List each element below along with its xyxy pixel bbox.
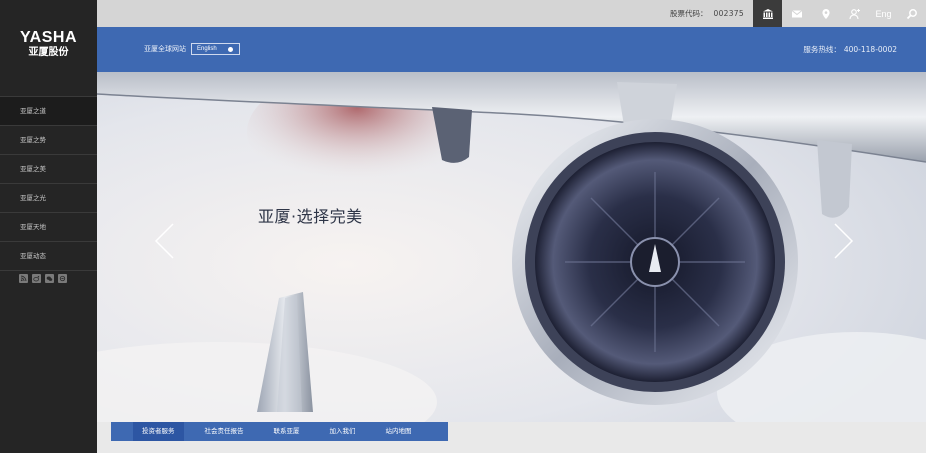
rss-icon[interactable]: [19, 274, 28, 283]
tab-csr-report[interactable]: 社会责任报告: [196, 422, 253, 441]
weibo-icon[interactable]: [32, 274, 41, 283]
stock-label: 股票代码：: [670, 9, 708, 18]
logo-text-en: YASHA: [19, 29, 78, 46]
airplane-engine-image: [97, 72, 926, 422]
sidebar-item-momentum[interactable]: 亚厦之势: [0, 126, 97, 155]
logo[interactable]: YASHA 亚厦股份: [0, 30, 97, 59]
sidebar-item-label: 亚厦之道: [20, 107, 46, 115]
wechat-icon[interactable]: [45, 274, 54, 283]
stock-code: 002375: [713, 9, 744, 18]
tab-label: 站内地图: [385, 427, 412, 435]
language-select[interactable]: English: [191, 43, 240, 55]
sidebar-item-label: 亚厦之光: [20, 194, 46, 202]
sidebar-item-label: 亚厦天地: [20, 223, 46, 231]
tab-contact[interactable]: 联系亚厦: [265, 422, 309, 441]
tab-label: 联系亚厦: [273, 427, 300, 435]
add-user-icon[interactable]: [840, 0, 869, 27]
location-pin-icon[interactable]: [811, 0, 840, 27]
sidebar-item-beauty[interactable]: 亚厦之美: [0, 155, 97, 184]
sidebar: YASHA 亚厦股份 亚厦之道 亚厦之势 亚厦之美 亚厦之光 亚厦天地 亚厦动态: [0, 0, 97, 453]
chevron-left-icon[interactable]: [153, 222, 175, 260]
social-links: [19, 274, 67, 283]
header-bar: 亚厦全球网站 English 服务热线： 400-118-0002: [97, 27, 926, 72]
stock-info: 股票代码： 002375: [670, 0, 744, 27]
hero-banner: 亚厦·选择完美: [97, 72, 926, 422]
tab-investor-service[interactable]: 投资者服务: [133, 422, 184, 441]
tab-label: 加入我们: [329, 427, 356, 435]
global-sites-label: 亚厦全球网站: [144, 45, 186, 53]
sidebar-nav: 亚厦之道 亚厦之势 亚厦之美 亚厦之光 亚厦天地 亚厦动态: [0, 96, 97, 271]
service-hotline: 服务热线： 400-118-0002: [803, 44, 897, 55]
bottom-tabs: 投资者服务 社会责任报告 联系亚厦 加入我们 站内地图: [111, 422, 448, 441]
hotline-number: 400-118-0002: [843, 45, 897, 54]
sidebar-item-news[interactable]: 亚厦动态: [0, 242, 97, 271]
sidebar-item-label: 亚厦之势: [20, 136, 46, 144]
sidebar-item-label: 亚厦动态: [20, 252, 46, 260]
top-bar: 股票代码： 002375 Eng: [97, 0, 926, 27]
logo-text-zh: 亚厦股份: [28, 47, 69, 58]
banner-slogan: 亚厦·选择完美: [258, 207, 363, 226]
hotline-label: 服务热线：: [803, 45, 841, 54]
sidebar-item-label: 亚厦之美: [20, 165, 46, 173]
sidebar-item-way[interactable]: 亚厦之道: [0, 97, 97, 126]
chevron-down-icon: [228, 47, 233, 52]
search-icon[interactable]: [897, 0, 926, 27]
language-select-value: English: [197, 46, 217, 52]
footer-area: 投资者服务 社会责任报告 联系亚厦 加入我们 站内地图: [97, 422, 926, 453]
bank-icon[interactable]: [753, 0, 782, 27]
sidebar-item-world[interactable]: 亚厦天地: [0, 213, 97, 242]
language-label: Eng: [875, 8, 892, 19]
tab-label: 社会责任报告: [204, 427, 244, 435]
tab-sitemap[interactable]: 站内地图: [377, 422, 421, 441]
language-switch[interactable]: Eng: [869, 0, 898, 27]
mail-icon[interactable]: [782, 0, 811, 27]
tab-join-us[interactable]: 加入我们: [321, 422, 365, 441]
tab-label: 投资者服务: [142, 427, 175, 435]
sidebar-item-light[interactable]: 亚厦之光: [0, 184, 97, 213]
chevron-right-icon[interactable]: [833, 222, 855, 260]
link-icon[interactable]: [58, 274, 67, 283]
